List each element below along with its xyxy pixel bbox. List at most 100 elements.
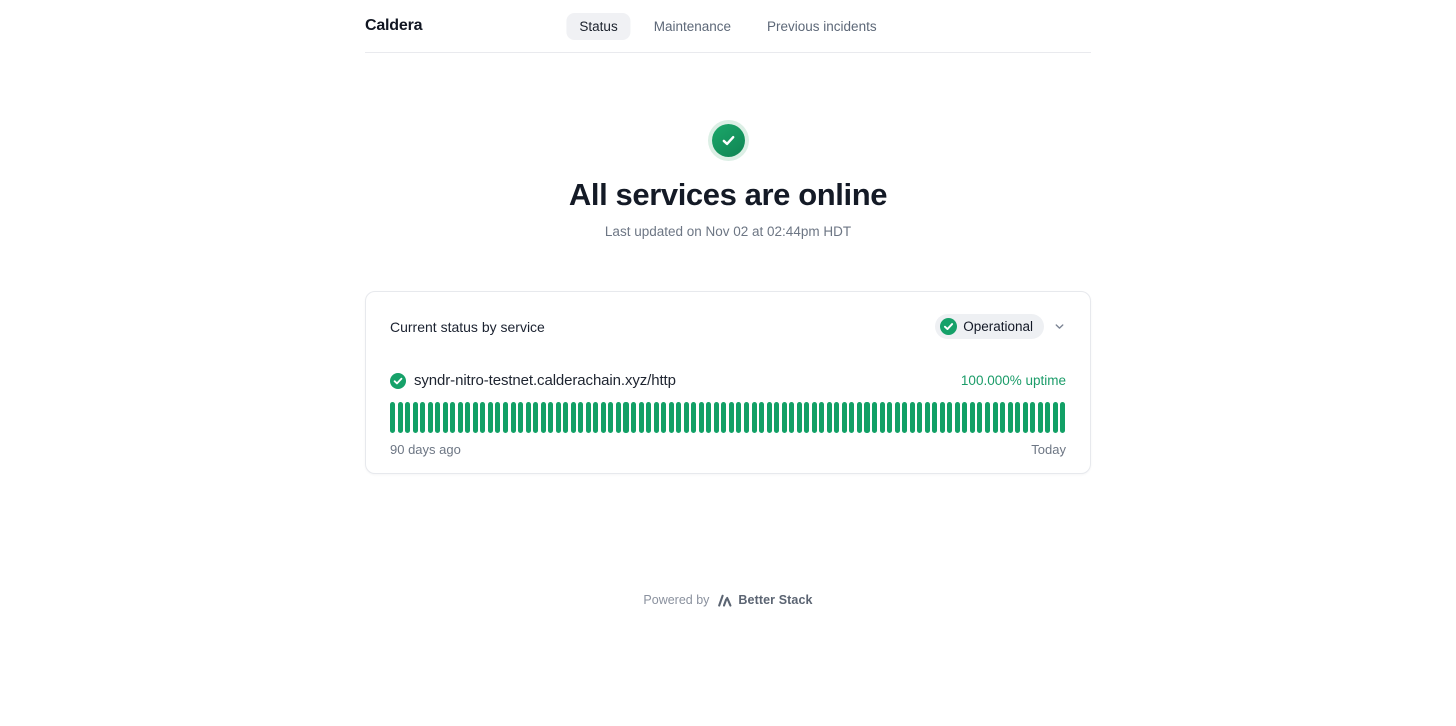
uptime-bar-segment[interactable] — [714, 402, 719, 433]
uptime-bar-segment[interactable] — [488, 402, 493, 433]
uptime-bar-segment[interactable] — [977, 402, 982, 433]
uptime-bar-segment[interactable] — [880, 402, 885, 433]
uptime-bar-segment[interactable] — [503, 402, 508, 433]
chevron-down-icon[interactable] — [1053, 320, 1066, 333]
uptime-bar-segment[interactable] — [676, 402, 681, 433]
tab-maintenance[interactable]: Maintenance — [641, 13, 744, 40]
uptime-bar-segment[interactable] — [443, 402, 448, 433]
uptime-bar-segment[interactable] — [518, 402, 523, 433]
uptime-bar-segment[interactable] — [993, 402, 998, 433]
uptime-bar-segment[interactable] — [985, 402, 990, 433]
uptime-bar-segment[interactable] — [646, 402, 651, 433]
better-stack-link[interactable]: Better Stack — [718, 593, 812, 607]
uptime-bar-segment[interactable] — [390, 402, 395, 433]
uptime-bar-segment[interactable] — [1015, 402, 1020, 433]
uptime-bar-segment[interactable] — [571, 402, 576, 433]
uptime-bar-segment[interactable] — [1038, 402, 1043, 433]
uptime-bar-segment[interactable] — [842, 402, 847, 433]
uptime-bar-segment[interactable] — [601, 402, 606, 433]
uptime-bar-segment[interactable] — [661, 402, 666, 433]
uptime-bar-segment[interactable] — [450, 402, 455, 433]
tab-previous-incidents[interactable]: Previous incidents — [754, 13, 890, 40]
uptime-bar-segment[interactable] — [962, 402, 967, 433]
uptime-bar-segment[interactable] — [556, 402, 561, 433]
uptime-bar-segment[interactable] — [774, 402, 779, 433]
uptime-bar-segment[interactable] — [1045, 402, 1050, 433]
uptime-bar-segment[interactable] — [797, 402, 802, 433]
uptime-bar-segment[interactable] — [1023, 402, 1028, 433]
uptime-bar-segment[interactable] — [465, 402, 470, 433]
uptime-bar-segment[interactable] — [623, 402, 628, 433]
uptime-bar-segment[interactable] — [834, 402, 839, 433]
uptime-bar-segment[interactable] — [548, 402, 553, 433]
uptime-bar-segment[interactable] — [563, 402, 568, 433]
uptime-bar-segment[interactable] — [420, 402, 425, 433]
uptime-bar-segment[interactable] — [398, 402, 403, 433]
uptime-bar-segment[interactable] — [970, 402, 975, 433]
uptime-bar-segment[interactable] — [917, 402, 922, 433]
uptime-bar-segment[interactable] — [1060, 402, 1065, 433]
uptime-bar-segment[interactable] — [940, 402, 945, 433]
uptime-bar-segment[interactable] — [526, 402, 531, 433]
uptime-bar-segment[interactable] — [910, 402, 915, 433]
uptime-bar-segment[interactable] — [639, 402, 644, 433]
uptime-bar-segment[interactable] — [782, 402, 787, 433]
uptime-bar-segment[interactable] — [864, 402, 869, 433]
uptime-bar-segment[interactable] — [691, 402, 696, 433]
uptime-bar-segment[interactable] — [759, 402, 764, 433]
uptime-bar-segment[interactable] — [684, 402, 689, 433]
uptime-bar-segment[interactable] — [1030, 402, 1035, 433]
uptime-bar-segment[interactable] — [887, 402, 892, 433]
uptime-bar-segment[interactable] — [458, 402, 463, 433]
uptime-bar-segment[interactable] — [872, 402, 877, 433]
uptime-bar-segment[interactable] — [541, 402, 546, 433]
uptime-bar-segment[interactable] — [578, 402, 583, 433]
uptime-bar-segment[interactable] — [413, 402, 418, 433]
success-check-icon — [712, 124, 745, 157]
uptime-bar-segment[interactable] — [1053, 402, 1058, 433]
uptime-bar-segment[interactable] — [473, 402, 478, 433]
uptime-bar-segment[interactable] — [1000, 402, 1005, 433]
tab-status[interactable]: Status — [566, 13, 630, 40]
uptime-bar-segment[interactable] — [608, 402, 613, 433]
uptime-bar-segment[interactable] — [804, 402, 809, 433]
operational-badge[interactable]: Operational — [935, 314, 1044, 339]
uptime-bar-segment[interactable] — [895, 402, 900, 433]
uptime-bar-segment[interactable] — [616, 402, 621, 433]
uptime-bar-segment[interactable] — [902, 402, 907, 433]
uptime-bar-segment[interactable] — [932, 402, 937, 433]
better-stack-logo-icon — [718, 594, 733, 607]
uptime-bar-segment[interactable] — [947, 402, 952, 433]
uptime-bar-segment[interactable] — [435, 402, 440, 433]
uptime-bar-segment[interactable] — [729, 402, 734, 433]
uptime-bar-segment[interactable] — [819, 402, 824, 433]
uptime-bar-segment[interactable] — [495, 402, 500, 433]
uptime-bar-segment[interactable] — [533, 402, 538, 433]
uptime-bar-segment[interactable] — [428, 402, 433, 433]
uptime-bar-segment[interactable] — [752, 402, 757, 433]
uptime-bar-segment[interactable] — [744, 402, 749, 433]
uptime-bar-segment[interactable] — [955, 402, 960, 433]
service-name[interactable]: syndr-nitro-testnet.calderachain.xyz/htt… — [414, 372, 676, 389]
uptime-bar-segment[interactable] — [511, 402, 516, 433]
brand-logo[interactable]: Caldera — [365, 17, 422, 35]
uptime-bar-segment[interactable] — [849, 402, 854, 433]
uptime-bar-segment[interactable] — [1008, 402, 1013, 433]
uptime-bar-segment[interactable] — [586, 402, 591, 433]
uptime-bar-segment[interactable] — [654, 402, 659, 433]
uptime-bar-segment[interactable] — [405, 402, 410, 433]
uptime-bar-segment[interactable] — [925, 402, 930, 433]
uptime-bar-segment[interactable] — [669, 402, 674, 433]
uptime-bar-segment[interactable] — [827, 402, 832, 433]
uptime-bar-segment[interactable] — [736, 402, 741, 433]
uptime-bar-segment[interactable] — [593, 402, 598, 433]
uptime-bar-segment[interactable] — [631, 402, 636, 433]
uptime-bar-segment[interactable] — [706, 402, 711, 433]
uptime-bar-segment[interactable] — [721, 402, 726, 433]
uptime-bar-segment[interactable] — [767, 402, 772, 433]
uptime-bar-segment[interactable] — [789, 402, 794, 433]
uptime-bar-segment[interactable] — [812, 402, 817, 433]
uptime-bar-segment[interactable] — [480, 402, 485, 433]
uptime-bar-segment[interactable] — [857, 402, 862, 433]
uptime-bar-segment[interactable] — [699, 402, 704, 433]
